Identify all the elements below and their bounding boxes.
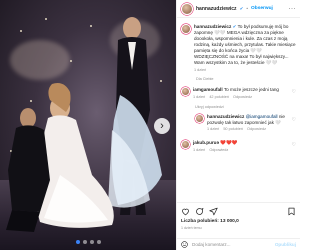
avatar[interactable] [181, 24, 191, 34]
post-footer: Liczba polubień: 13 000,0 1 dzień temu O… [177, 202, 300, 250]
carousel-dot [96, 240, 101, 244]
save-icon[interactable] [287, 207, 296, 216]
reply-mention[interactable]: @iamgamoufall [246, 114, 278, 119]
heart-icon[interactable]: ♡ [292, 89, 296, 95]
likes-count[interactable]: Liczba polubień: 13 000,0 [177, 218, 300, 225]
heart-icon[interactable] [181, 207, 190, 216]
carousel-dots [0, 240, 176, 244]
action-bar [177, 203, 300, 218]
separator-dot: • [246, 6, 249, 11]
comment-text: To może jeszcze jedni tang [223, 87, 279, 92]
caption-time: 1 dzień [194, 68, 207, 72]
dancers-illustration [6, 17, 162, 232]
reply-item: hannazudziewicz @iamgamoufall nie pozwol… [177, 111, 300, 136]
comment-item: jakub.puruə ❤️❤️❤️ 1 dzień Odpowiedz ♡ [177, 136, 300, 157]
avatar[interactable] [181, 87, 190, 96]
more-icon[interactable]: ··· [289, 6, 297, 12]
follow-button[interactable]: Obserwuj [251, 6, 273, 11]
caption-meta: 1 dzień [194, 68, 296, 72]
post-date: 1 dzień temu [181, 226, 202, 230]
carousel-dot [75, 240, 80, 244]
comment-time: 1 dzień [193, 147, 206, 152]
translate-link[interactable]: Dla Ciebie [177, 74, 300, 83]
comment-likes[interactable]: 42 polubień [209, 95, 229, 99]
comment-input[interactable] [192, 242, 271, 247]
caption-username[interactable]: hannazudziewicz [194, 24, 231, 29]
heart-icon[interactable]: ♡ [292, 142, 296, 148]
comment-username[interactable]: jakub.puruə [193, 140, 219, 145]
chevron-right-icon: › [160, 119, 164, 132]
reply-username[interactable]: hannazudziewicz [207, 114, 244, 119]
avatar[interactable] [195, 114, 204, 124]
comment-meta: 1 dzień Odpowiedz [193, 148, 296, 154]
dancer-head [20, 108, 36, 128]
comment-meta: 1 dzień 42 polubień Odpowiedz [193, 95, 296, 101]
post-photo[interactable]: › [0, 0, 176, 250]
comments-list[interactable]: hannazudziewicz ✔ To był podsumuję mój b… [177, 19, 300, 202]
dancer-suit-left [8, 125, 50, 212]
share-icon[interactable] [209, 207, 218, 216]
reply-emoji: 🤍 [275, 119, 281, 125]
publish-button[interactable]: Opublikuj [275, 242, 296, 247]
hide-replies-button[interactable]: Ukryj odpowiedzi [177, 105, 300, 109]
comment-text: ❤️❤️❤️ [220, 139, 238, 145]
verified-icon: ✔ [232, 24, 237, 29]
caption-body: To był podsumuję mój bo zapomnę 🤍🤍 MEGA … [194, 24, 296, 65]
avatar[interactable] [181, 2, 193, 15]
emoji-icon[interactable] [181, 240, 188, 249]
caption-text: hannazudziewicz ✔ To był podsumuję mój b… [194, 24, 296, 66]
comment-time: 1 dzień [193, 94, 206, 99]
reply-button[interactable]: Odpowiedz [233, 95, 252, 99]
comment-icon[interactable] [195, 207, 204, 216]
dancer-head [123, 17, 141, 39]
carousel-dot [89, 240, 94, 244]
reply-button[interactable]: Odpowiedz [209, 148, 228, 152]
verified-icon: ✔ [239, 5, 244, 11]
post-caption: hannazudziewicz ✔ To był podsumuję mój b… [177, 19, 300, 74]
avatar[interactable] [181, 139, 190, 149]
next-slide-button[interactable]: › [154, 118, 170, 134]
reply-time: 1 dzień [207, 127, 220, 132]
header-username[interactable]: hannazudziewicz [196, 6, 237, 12]
dancer-legs-left [6, 210, 40, 232]
comment-username[interactable]: iamgamoufall [193, 87, 223, 92]
reply-likes[interactable]: 50 polubień [223, 127, 243, 131]
post-header: hannazudziewicz ✔ • Obserwuj ··· [177, 0, 300, 18]
comment-item: iamgamoufall To może jeszcze jedni tang … [177, 83, 300, 104]
add-comment-bar: Opublikuj [177, 238, 300, 250]
post-side-panel: hannazudziewicz ✔ • Obserwuj ··· hannazu… [176, 0, 300, 250]
heart-icon[interactable]: ♡ [292, 117, 296, 123]
reply-meta: 1 dzień 50 polubień Odpowiedz [207, 127, 296, 133]
reply-button[interactable]: Odpowiedz [247, 127, 266, 131]
carousel-dot [82, 240, 87, 244]
